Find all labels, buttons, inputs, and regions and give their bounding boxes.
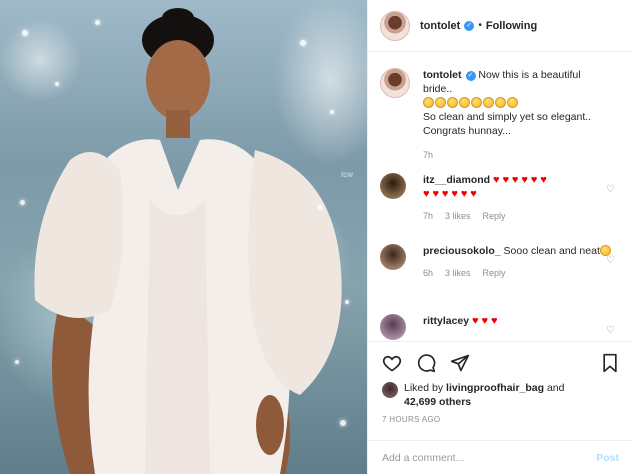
heart-emojis: ♥ ♥ ♥ bbox=[472, 315, 498, 327]
comment-likes[interactable]: 3 likes bbox=[445, 211, 471, 221]
comment-text: Sooo clean and neat bbox=[503, 245, 600, 257]
caption-emojis bbox=[423, 97, 519, 109]
caption-username[interactable]: tontolet bbox=[423, 69, 462, 81]
beaming-face-icon bbox=[447, 97, 458, 108]
photo-watermark: tcw bbox=[341, 170, 353, 179]
liker-username[interactable]: livingproofhair_bag bbox=[446, 382, 544, 394]
commenter-avatar[interactable] bbox=[380, 244, 406, 270]
comment-bubble-icon[interactable] bbox=[416, 353, 436, 373]
caption-text-line3: So clean and simply yet so elegant.. bbox=[423, 111, 592, 123]
commenter-username[interactable]: preciousokolo_ bbox=[423, 245, 501, 257]
beaming-face-icon bbox=[435, 97, 446, 108]
like-comment-heart-icon[interactable]: ♡ bbox=[606, 184, 615, 195]
comments-list[interactable]: tontolet ✓ Now this is a beautiful bride.… bbox=[368, 52, 632, 341]
following-button[interactable]: Following bbox=[486, 20, 537, 32]
caption-text-line4: Congrats hunnay... bbox=[423, 125, 511, 137]
caption-text-line2: bride.. bbox=[423, 83, 453, 95]
verified-badge-icon: ✓ bbox=[464, 20, 475, 31]
commenter-avatar[interactable] bbox=[380, 173, 406, 199]
commenter-avatar[interactable] bbox=[380, 314, 406, 340]
post-timestamp[interactable]: 7 HOURS AGO bbox=[382, 415, 440, 424]
comment-item: itz__diamond ♥ ♥ ♥ ♥ ♥ ♥ ♥ ♥ ♥ ♥ ♥ ♥ 7h 3 … bbox=[380, 173, 625, 221]
author-avatar[interactable] bbox=[380, 10, 410, 41]
bride-photo-illustration bbox=[34, 8, 342, 474]
post-sidebar: tontolet ✓ • Following tontolet ✓ Now thi… bbox=[367, 0, 632, 474]
likes-and: and bbox=[546, 382, 565, 394]
like-comment-heart-icon[interactable]: ♡ bbox=[606, 325, 615, 336]
beaming-face-icon bbox=[423, 97, 434, 108]
post-photo[interactable]: tcw bbox=[0, 0, 367, 474]
add-comment-bar: Post bbox=[368, 440, 632, 474]
save-bookmark-icon[interactable] bbox=[601, 353, 619, 373]
likes-prefix: Liked by bbox=[404, 382, 444, 394]
verified-badge-icon: ✓ bbox=[465, 71, 476, 81]
commenter-username[interactable]: rittylacey bbox=[423, 315, 469, 327]
like-heart-icon[interactable] bbox=[382, 353, 402, 373]
share-paper-plane-icon[interactable] bbox=[450, 353, 470, 373]
comment-item: preciousokolo_ Sooo clean and neat 6h 3 l… bbox=[380, 244, 625, 278]
comment-time[interactable]: 6h bbox=[423, 268, 433, 278]
commenter-username[interactable]: itz__diamond bbox=[423, 174, 490, 186]
beaming-face-icon bbox=[471, 97, 482, 108]
post-comment-button[interactable]: Post bbox=[596, 452, 619, 464]
post-actions: Liked by livingproofhair_bag and 42,699 … bbox=[368, 341, 632, 474]
comment-likes[interactable]: 3 likes bbox=[445, 268, 471, 278]
beaming-face-icon bbox=[507, 97, 518, 108]
liker-avatar[interactable] bbox=[382, 382, 398, 398]
comment-item: rittylacey ♥ ♥ ♥ ♡ bbox=[380, 314, 625, 340]
reply-button[interactable]: Reply bbox=[483, 268, 506, 278]
reply-button[interactable]: Reply bbox=[483, 211, 506, 221]
beaming-face-icon bbox=[459, 97, 470, 108]
caption-avatar[interactable] bbox=[380, 68, 410, 98]
caption-text-line1: Now this is a beautiful bbox=[478, 69, 581, 81]
likes-count[interactable]: 42,699 others bbox=[404, 396, 471, 408]
beaming-face-icon bbox=[495, 97, 506, 108]
beaming-face-icon bbox=[483, 97, 494, 108]
comment-time[interactable]: 7h bbox=[423, 211, 433, 221]
like-comment-heart-icon[interactable]: ♡ bbox=[606, 255, 615, 266]
add-comment-input[interactable] bbox=[382, 452, 597, 464]
likes-summary[interactable]: Liked by livingproofhair_bag and 42,699 … bbox=[382, 381, 565, 409]
post-header: tontolet ✓ • Following bbox=[368, 0, 632, 52]
caption: tontolet ✓ Now this is a beautiful bride.… bbox=[380, 68, 625, 160]
author-username[interactable]: tontolet bbox=[420, 20, 460, 32]
caption-time[interactable]: 7h bbox=[423, 150, 433, 160]
separator-dot: • bbox=[478, 20, 482, 31]
